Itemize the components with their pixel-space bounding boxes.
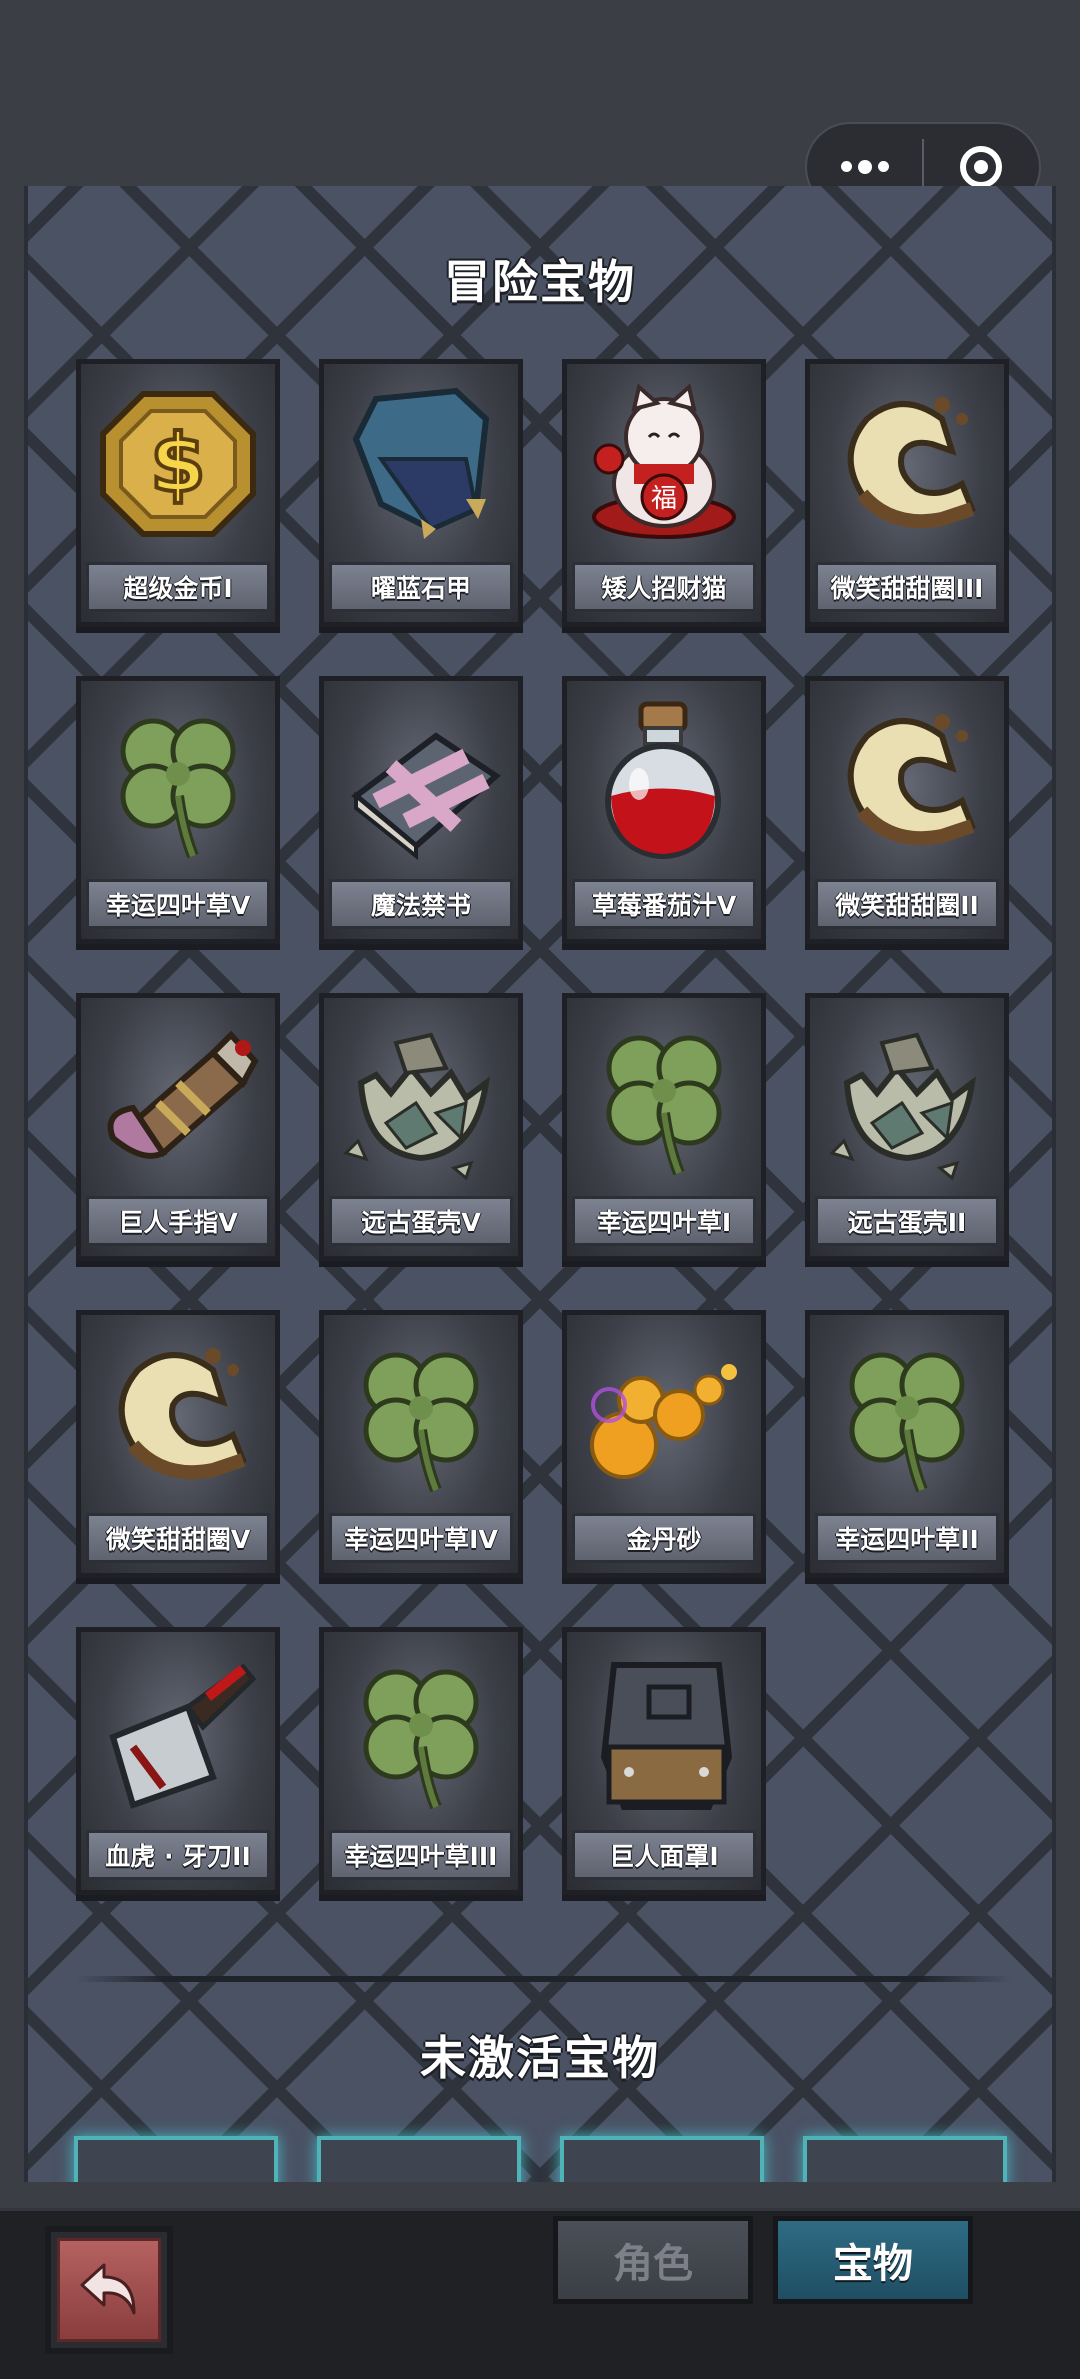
treasure-name: 幸运四叶草IV xyxy=(329,1513,513,1563)
treasure-card[interactable]: 巨人手指V xyxy=(76,993,280,1261)
treasure-card[interactable]: 远古蛋壳II xyxy=(805,993,1009,1261)
blue-armor-icon xyxy=(324,364,518,564)
treasure-name: 幸运四叶草I xyxy=(572,1196,756,1246)
treasure-name: 曜蓝石甲 xyxy=(329,562,513,612)
treasure-card[interactable]: 微笑甜甜圈II xyxy=(805,676,1009,944)
tab-treasure[interactable]: 宝物 xyxy=(773,2216,973,2304)
treasure-name: 幸运四叶草III xyxy=(329,1830,513,1880)
treasure-name: 超级金币I xyxy=(86,562,270,612)
treasure-panel[interactable]: 冒险宝物 $ 超级金币I 曜蓝石甲福矮人招财猫 微笑甜甜圈III 幸运四叶草V 魔法禁书草… xyxy=(24,186,1056,2182)
treasure-card[interactable]: 幸运四叶草V xyxy=(76,676,280,944)
treasure-card[interactable]: 福矮人招财猫 xyxy=(562,359,766,627)
treasure-card[interactable]: 微笑甜甜圈III xyxy=(805,359,1009,627)
treasure-name: 微笑甜甜圈III xyxy=(815,562,999,612)
treasure-card[interactable]: 曜蓝石甲 xyxy=(319,359,523,627)
inactive-card[interactable] xyxy=(803,2136,1007,2182)
lucky-cat-icon: 福 xyxy=(567,364,761,564)
treasure-card[interactable]: 血虎 · 牙刀II xyxy=(76,1627,280,1895)
treasure-name: 矮人招财猫 xyxy=(572,562,756,612)
donut-icon xyxy=(810,681,1004,881)
tab-role[interactable]: 角色 xyxy=(553,2216,753,2304)
inactive-treasures-title: 未激活宝物 xyxy=(420,2031,660,2085)
eggshell-icon xyxy=(810,998,1004,1198)
treasure-name: 血虎 · 牙刀II xyxy=(86,1830,270,1880)
inactive-card[interactable] xyxy=(317,2136,521,2182)
treasure-name: 金丹砂 xyxy=(572,1513,756,1563)
red-potion-icon xyxy=(567,681,761,881)
treasure-name: 微笑甜甜圈V xyxy=(86,1513,270,1563)
clover-icon xyxy=(324,1315,518,1515)
treasure-card[interactable]: 幸运四叶草III xyxy=(319,1627,523,1895)
cleaver-icon xyxy=(81,1632,275,1832)
clover-icon xyxy=(81,681,275,881)
back-button[interactable] xyxy=(45,2226,173,2354)
treasure-card[interactable]: 远古蛋壳V xyxy=(319,993,523,1261)
treasure-card[interactable]: 草莓番茄汁V xyxy=(562,676,766,944)
svg-text:$: $ xyxy=(150,417,206,510)
close-target-icon xyxy=(960,146,1003,188)
gold-coin-icon: $ xyxy=(81,364,275,564)
more-dots-icon xyxy=(840,159,889,174)
treasure-card[interactable]: 魔法禁书 xyxy=(319,676,523,944)
treasure-name: 巨人手指V xyxy=(86,1196,270,1246)
treasure-name: 微笑甜甜圈II xyxy=(815,879,999,929)
donut-icon xyxy=(810,364,1004,564)
treasure-card[interactable]: 微笑甜甜圈V xyxy=(76,1310,280,1578)
treasure-name: 幸运四叶草II xyxy=(815,1513,999,1563)
giant-mask-icon xyxy=(567,1632,761,1832)
treasure-card[interactable]: 幸运四叶草II xyxy=(805,1310,1009,1578)
active-treasures-title: 冒险宝物 xyxy=(444,255,636,309)
treasure-card[interactable]: 巨人面罩I xyxy=(562,1627,766,1895)
back-arrow-icon xyxy=(80,2263,136,2315)
spellbook-icon xyxy=(324,681,518,881)
treasure-name: 魔法禁书 xyxy=(329,879,513,929)
treasure-name: 远古蛋壳V xyxy=(329,1196,513,1246)
treasure-name: 幸运四叶草V xyxy=(86,879,270,929)
treasure-name: 巨人面罩I xyxy=(572,1830,756,1880)
clover-icon xyxy=(567,998,761,1198)
section-divider xyxy=(76,1976,1012,1982)
treasure-name: 草莓番茄汁V xyxy=(572,879,756,929)
treasure-card[interactable]: $ 超级金币I xyxy=(76,359,280,627)
treasure-name: 远古蛋壳II xyxy=(815,1196,999,1246)
treasure-card[interactable]: 幸运四叶草IV xyxy=(319,1310,523,1578)
golden-pills-icon xyxy=(567,1315,761,1515)
treasure-card[interactable]: 金丹砂 xyxy=(562,1310,766,1578)
clover-icon xyxy=(324,1632,518,1832)
donut-icon xyxy=(81,1315,275,1515)
inactive-card[interactable] xyxy=(74,2136,278,2182)
giant-finger-icon xyxy=(81,998,275,1198)
clover-icon xyxy=(810,1315,1004,1515)
inactive-card[interactable] xyxy=(560,2136,764,2182)
eggshell-icon xyxy=(324,998,518,1198)
treasure-card[interactable]: 幸运四叶草I xyxy=(562,993,766,1261)
svg-text:福: 福 xyxy=(651,484,677,514)
